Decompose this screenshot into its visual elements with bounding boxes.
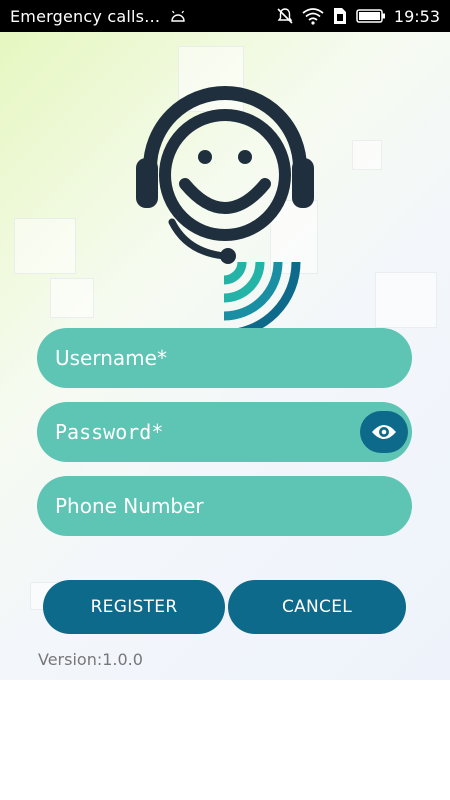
background-tile	[352, 140, 382, 170]
sim-card-icon	[333, 8, 346, 24]
password-input[interactable]	[53, 419, 357, 445]
support-headset-logo	[136, 86, 314, 339]
status-time: 19:53	[393, 6, 440, 26]
app-screen: REGISTER CANCEL Version:1.0.0	[0, 32, 450, 680]
phone-field[interactable]	[37, 476, 412, 536]
username-input[interactable]	[53, 345, 357, 371]
android-debug-icon	[171, 10, 186, 22]
cancel-button[interactable]: CANCEL	[228, 580, 406, 634]
status-bar: Emergency calls… 19:53	[0, 0, 450, 32]
password-field[interactable]	[37, 402, 412, 462]
register-button[interactable]: REGISTER	[43, 580, 225, 634]
show-password-button[interactable]	[360, 411, 408, 453]
version-label: Version:1.0.0	[38, 650, 143, 669]
bottom-empty-area	[0, 680, 450, 800]
eye-icon	[372, 425, 396, 439]
status-icons: 19:53	[276, 7, 440, 26]
notifications-muted-icon	[277, 8, 293, 24]
background-tile	[50, 278, 94, 318]
phone-input[interactable]	[53, 493, 357, 519]
wifi-icon	[302, 8, 324, 25]
status-title: Emergency calls…	[10, 6, 161, 26]
background-tile	[375, 272, 437, 328]
background-tile	[14, 218, 76, 274]
username-field[interactable]	[37, 328, 412, 388]
battery-icon	[356, 9, 385, 23]
